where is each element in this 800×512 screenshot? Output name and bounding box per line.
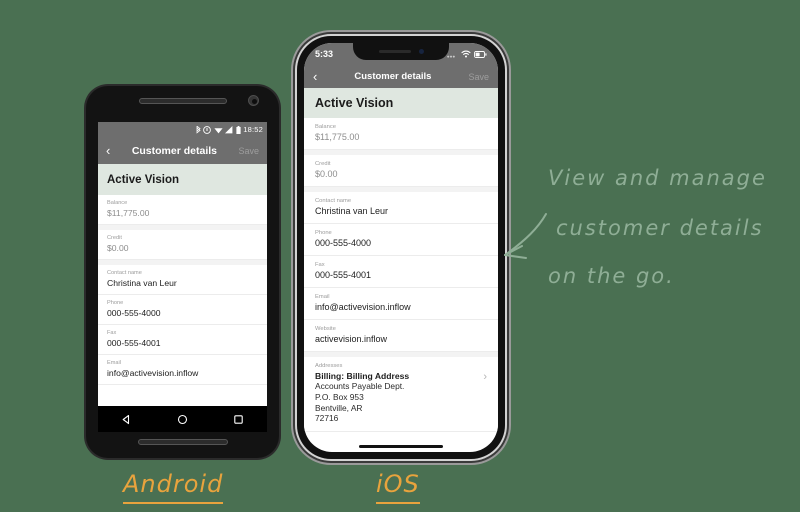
bluetooth-icon (196, 122, 201, 139)
annotation-line-3: on the go. (548, 264, 675, 288)
field-label: Addresses (315, 363, 343, 369)
android-customer-name: Active Vision (98, 164, 267, 195)
field-value: 000-555-4000 (107, 308, 161, 318)
field-label: Fax (107, 330, 117, 336)
android-field-list: Balance $11,775.00 Credit $0.00 Contact … (98, 195, 267, 385)
address-line: Accounts Payable Dept. (315, 381, 405, 391)
annotation-line-1: View and manage (548, 166, 767, 190)
field-label: Credit (315, 161, 331, 167)
android-field-credit[interactable]: Credit $0.00 (98, 230, 267, 260)
android-page-title: Customer details (131, 144, 218, 157)
android-screen: 18:52 ‹ Customer details Save Active Vis… (98, 122, 267, 406)
field-value: Christina van Leur (107, 278, 177, 288)
android-bottom-speaker (137, 439, 228, 445)
android-earpiece (138, 98, 227, 104)
field-value: info@activevision.inflow (107, 368, 199, 378)
field-label: Balance (315, 124, 336, 130)
ios-earpiece (378, 50, 411, 53)
field-label: Phone (315, 230, 332, 236)
screenshot-stage: 18:52 ‹ Customer details Save Active Vis… (0, 0, 800, 512)
android-field-phone[interactable]: Phone 000-555-4000 (98, 295, 267, 325)
ios-customer-name: Active Vision (304, 88, 498, 118)
annotation-line-2: customer details (556, 216, 764, 240)
signal-icon (225, 122, 233, 139)
wifi-icon (214, 122, 223, 139)
ios-screen: 5:33 ‹ Customer details Save Active Visi… (304, 43, 498, 452)
ios-field-addresses[interactable]: Addresses Billing: Billing Address Accou… (304, 357, 498, 432)
ios-notch (353, 43, 449, 60)
field-label: Balance (107, 200, 128, 206)
ios-home-indicator[interactable] (359, 445, 443, 448)
ios-field-contact-name[interactable]: Contact name Christina van Leur (304, 192, 498, 224)
back-triangle-icon[interactable] (120, 413, 133, 426)
android-nav-bar (98, 406, 267, 432)
ios-field-credit[interactable]: Credit $0.00 (304, 155, 498, 187)
android-status-bar: 18:52 (98, 122, 267, 137)
android-device: 18:52 ‹ Customer details Save Active Vis… (86, 86, 279, 458)
field-value: 000-555-4000 (315, 238, 372, 248)
android-field-balance[interactable]: Balance $11,775.00 (98, 195, 267, 225)
android-clock: 18:52 (243, 125, 263, 134)
wifi-icon (461, 45, 471, 63)
ios-field-balance[interactable]: Balance $11,775.00 (304, 118, 498, 150)
ios-clock: 5:33 (315, 49, 334, 59)
home-circle-icon[interactable] (176, 413, 189, 426)
address-title: Billing: Billing Address (315, 371, 410, 381)
field-value: $11,775.00 (107, 208, 150, 218)
field-value: Christina van Leur (315, 206, 389, 216)
field-value: info@activevision.inflow (315, 302, 411, 312)
android-save-button[interactable]: Save (238, 146, 259, 156)
address-line: P.O. Box 953 (315, 391, 364, 402)
ios-field-list: Balance $11,775.00 Credit $0.00 Contact … (304, 118, 498, 432)
field-label: Contact name (107, 270, 142, 276)
android-app-bar: ‹ Customer details Save (98, 137, 267, 164)
ios-device: 5:33 ‹ Customer details Save Active Visi… (297, 36, 505, 459)
field-label: Phone (107, 300, 124, 306)
address-row[interactable]: Billing: Billing Address Accounts Payabl… (315, 371, 487, 424)
field-label: Email (107, 360, 121, 366)
ios-save-button[interactable]: Save (468, 72, 489, 82)
android-field-fax[interactable]: Fax 000-555-4001 (98, 325, 267, 355)
address-body: Billing: Billing Address Accounts Payabl… (315, 371, 477, 424)
ios-field-fax[interactable]: Fax 000-555-4001 (304, 256, 498, 288)
ios-front-camera-icon (418, 49, 424, 54)
field-label: Email (315, 294, 330, 300)
field-value: activevision.inflow (315, 334, 388, 344)
address-line: Bentville, AR (315, 402, 363, 413)
battery-icon (474, 45, 487, 63)
ios-field-email[interactable]: Email info@activevision.inflow (304, 288, 498, 320)
field-label: Fax (315, 262, 325, 268)
field-value: 000-555-4001 (315, 270, 372, 280)
android-field-contact-name[interactable]: Contact name Christina van Leur (98, 265, 267, 295)
platform-label-ios: iOS (376, 470, 420, 504)
android-front-camera-icon (248, 95, 259, 106)
ios-page-title: Customer details (354, 71, 432, 82)
field-value: $0.00 (315, 169, 338, 179)
android-field-email[interactable]: Email info@activevision.inflow (98, 355, 267, 385)
field-value: 000-555-4001 (107, 338, 161, 348)
chevron-right-icon[interactable]: › (477, 371, 487, 384)
ios-field-phone[interactable]: Phone 000-555-4000 (304, 224, 498, 256)
field-value: $0.00 (107, 243, 129, 253)
field-value: $11,775.00 (315, 132, 360, 142)
platform-label-android: Android (123, 470, 224, 504)
alert-icon (203, 122, 212, 139)
field-label: Contact name (315, 198, 352, 204)
address-line: 72716 (315, 413, 339, 424)
field-label: Credit (107, 235, 122, 241)
ios-status-icons (447, 45, 487, 63)
ios-app-bar: ‹ Customer details Save (304, 65, 498, 88)
field-label: Website (315, 326, 336, 332)
battery-icon (236, 122, 241, 139)
recents-square-icon[interactable] (232, 413, 245, 426)
ios-field-website[interactable]: Website activevision.inflow (304, 320, 498, 352)
